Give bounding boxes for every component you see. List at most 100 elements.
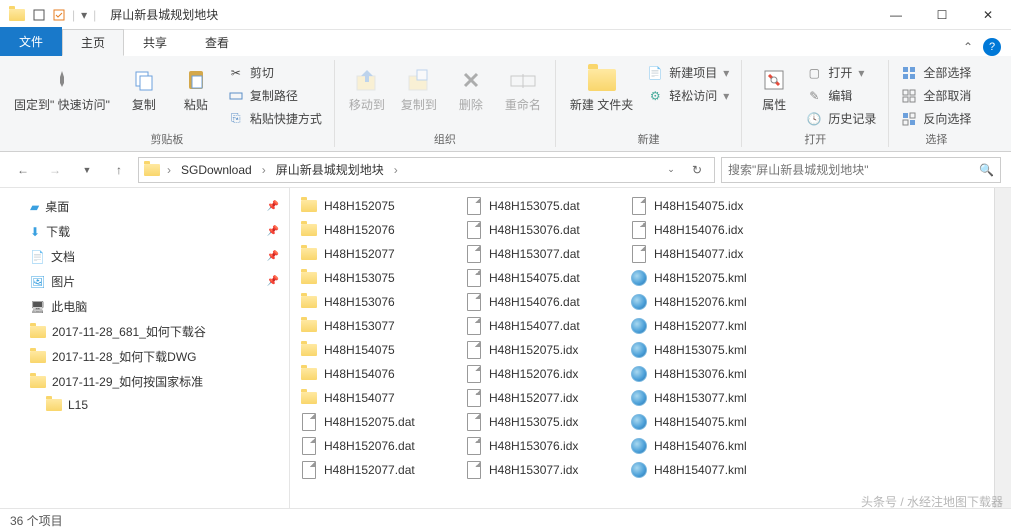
tab-share[interactable]: 共享 — [124, 29, 186, 56]
file-item[interactable]: H48H152075.kml — [624, 266, 789, 290]
easyaccess-button[interactable]: ⚙轻松访问 ▾ — [643, 85, 733, 106]
file-item[interactable]: H48H152075.idx — [459, 338, 624, 362]
open-button[interactable]: ▢打开 ▾ — [802, 62, 880, 83]
paste-button[interactable]: 粘贴 — [172, 62, 220, 114]
refresh-button[interactable]: ↻ — [684, 157, 710, 183]
history-button[interactable]: 🕓历史记录 — [802, 108, 880, 129]
dropdown-icon[interactable]: ▾ — [81, 8, 87, 22]
newitem-button[interactable]: 📄新建项目 ▾ — [643, 62, 733, 83]
file-item[interactable]: H48H154077.dat — [459, 314, 624, 338]
minimize-button[interactable]: — — [873, 0, 919, 30]
file-icon — [300, 413, 318, 431]
quick-access-icon[interactable] — [32, 8, 46, 22]
file-item[interactable]: H48H152076.idx — [459, 362, 624, 386]
file-item[interactable]: H48H152077.idx — [459, 386, 624, 410]
nav-folder-2[interactable]: 2017-11-28_如何下载DWG — [0, 344, 289, 369]
file-item[interactable]: H48H153077.dat — [459, 242, 624, 266]
cut-button[interactable]: ✂剪切 — [224, 62, 326, 83]
file-name: H48H154077.dat — [489, 319, 580, 333]
file-item[interactable]: H48H154076 — [294, 362, 459, 386]
file-item[interactable]: H48H154075 — [294, 338, 459, 362]
moveto-button[interactable]: 移动到 — [343, 62, 391, 114]
nav-back-button[interactable]: ← — [10, 157, 36, 183]
file-item[interactable]: H48H154075.idx — [624, 194, 789, 218]
rename-button[interactable]: 重命名 — [499, 62, 547, 114]
search-box[interactable]: 🔍 — [721, 157, 1001, 183]
nav-downloads[interactable]: ⬇下载📌 — [0, 219, 289, 244]
invertsel-button[interactable]: 反向选择 — [897, 108, 975, 129]
help-icon[interactable]: ? — [983, 38, 1001, 56]
address-box[interactable]: › SGDownload › 屏山新县城规划地块 › ⌄ ↻ — [138, 157, 715, 183]
vertical-scrollbar[interactable] — [994, 188, 1011, 508]
copyto-button[interactable]: 复制到 — [395, 62, 443, 114]
file-item[interactable]: H48H153075.dat — [459, 194, 624, 218]
crumb-current[interactable]: 屏山新县城规划地块 — [272, 159, 388, 180]
newfolder-button[interactable]: 新建 文件夹 — [564, 62, 639, 114]
navigation-pane[interactable]: ▰桌面📌 ⬇下载📌 📄文档📌 🖼图片📌 🖥此电脑 2017-11-28_681_… — [0, 188, 290, 508]
address-dropdown-button[interactable]: ⌄ — [658, 157, 684, 183]
search-input[interactable] — [728, 163, 979, 177]
tab-home[interactable]: 主页 — [62, 29, 124, 56]
nav-up-button[interactable]: ↑ — [106, 157, 132, 183]
chevron-right-icon[interactable]: › — [260, 163, 268, 177]
file-item[interactable]: H48H154077.idx — [624, 242, 789, 266]
edit-button[interactable]: ✎编辑 — [802, 85, 880, 106]
pin-quickaccess-button[interactable]: 固定到" 快速访问" — [8, 62, 116, 114]
file-item[interactable]: H48H154075.dat — [459, 266, 624, 290]
file-item[interactable]: H48H154077.kml — [624, 458, 789, 482]
kml-icon — [630, 269, 648, 287]
tab-view[interactable]: 查看 — [186, 29, 248, 56]
file-item[interactable]: H48H153075 — [294, 266, 459, 290]
checkbox-icon[interactable] — [52, 8, 66, 22]
nav-thispc[interactable]: 🖥此电脑 — [0, 294, 289, 319]
delete-button[interactable]: 删除 — [447, 62, 495, 114]
crumb-sgdownload[interactable]: SGDownload — [177, 161, 256, 179]
file-icon — [630, 245, 648, 263]
properties-button[interactable]: 属性 — [750, 62, 798, 114]
file-item[interactable]: H48H153076.idx — [459, 434, 624, 458]
file-item[interactable]: H48H152075.dat — [294, 410, 459, 434]
nav-recent-button[interactable]: ▼ — [74, 157, 100, 183]
crumb-root-chevron[interactable]: › — [165, 163, 173, 177]
pasteshortcut-button[interactable]: ⎘粘贴快捷方式 — [224, 108, 326, 129]
nav-folder-1[interactable]: 2017-11-28_681_如何下载谷 — [0, 319, 289, 344]
ribbon-collapse-icon[interactable]: ⌃ — [963, 40, 973, 54]
maximize-button[interactable]: ☐ — [919, 0, 965, 30]
nav-pictures[interactable]: 🖼图片📌 — [0, 269, 289, 294]
file-item[interactable]: H48H152077.kml — [624, 314, 789, 338]
file-item[interactable]: H48H152076.kml — [624, 290, 789, 314]
file-item[interactable]: H48H152077 — [294, 242, 459, 266]
nav-folder-3[interactable]: 2017-11-29_如何按国家标准 — [0, 369, 289, 394]
copy-button[interactable]: 复制 — [120, 62, 168, 114]
file-item[interactable]: H48H153076.kml — [624, 362, 789, 386]
file-item[interactable]: H48H153077.kml — [624, 386, 789, 410]
nav-documents[interactable]: 📄文档📌 — [0, 244, 289, 269]
file-item[interactable]: H48H154077 — [294, 386, 459, 410]
file-item[interactable]: H48H153075.idx — [459, 410, 624, 434]
file-item[interactable]: H48H154076.dat — [459, 290, 624, 314]
file-item[interactable]: H48H154075.kml — [624, 410, 789, 434]
file-item[interactable]: H48H153075.kml — [624, 338, 789, 362]
file-item[interactable]: H48H153077.idx — [459, 458, 624, 482]
tab-file[interactable]: 文件 — [0, 27, 62, 56]
copypath-button[interactable]: 复制路径 — [224, 85, 326, 106]
file-list[interactable]: H48H152075H48H152076H48H152077H48H153075… — [290, 188, 994, 508]
file-item[interactable]: H48H153076.dat — [459, 218, 624, 242]
file-item[interactable]: H48H152075 — [294, 194, 459, 218]
search-icon[interactable]: 🔍 — [979, 163, 994, 177]
file-item[interactable]: H48H152076 — [294, 218, 459, 242]
nav-folder-4[interactable]: L15 — [0, 394, 289, 416]
selectnone-button[interactable]: 全部取消 — [897, 85, 975, 106]
selectall-button[interactable]: 全部选择 — [897, 62, 975, 83]
file-item[interactable]: H48H153077 — [294, 314, 459, 338]
nav-forward-button[interactable]: → — [42, 157, 68, 183]
file-item[interactable]: H48H153076 — [294, 290, 459, 314]
open-icon: ▢ — [806, 65, 822, 81]
close-button[interactable]: ✕ — [965, 0, 1011, 30]
nav-desktop[interactable]: ▰桌面📌 — [0, 194, 289, 219]
file-item[interactable]: H48H154076.kml — [624, 434, 789, 458]
chevron-right-icon[interactable]: › — [392, 163, 400, 177]
file-item[interactable]: H48H152077.dat — [294, 458, 459, 482]
file-item[interactable]: H48H152076.dat — [294, 434, 459, 458]
file-item[interactable]: H48H154076.idx — [624, 218, 789, 242]
